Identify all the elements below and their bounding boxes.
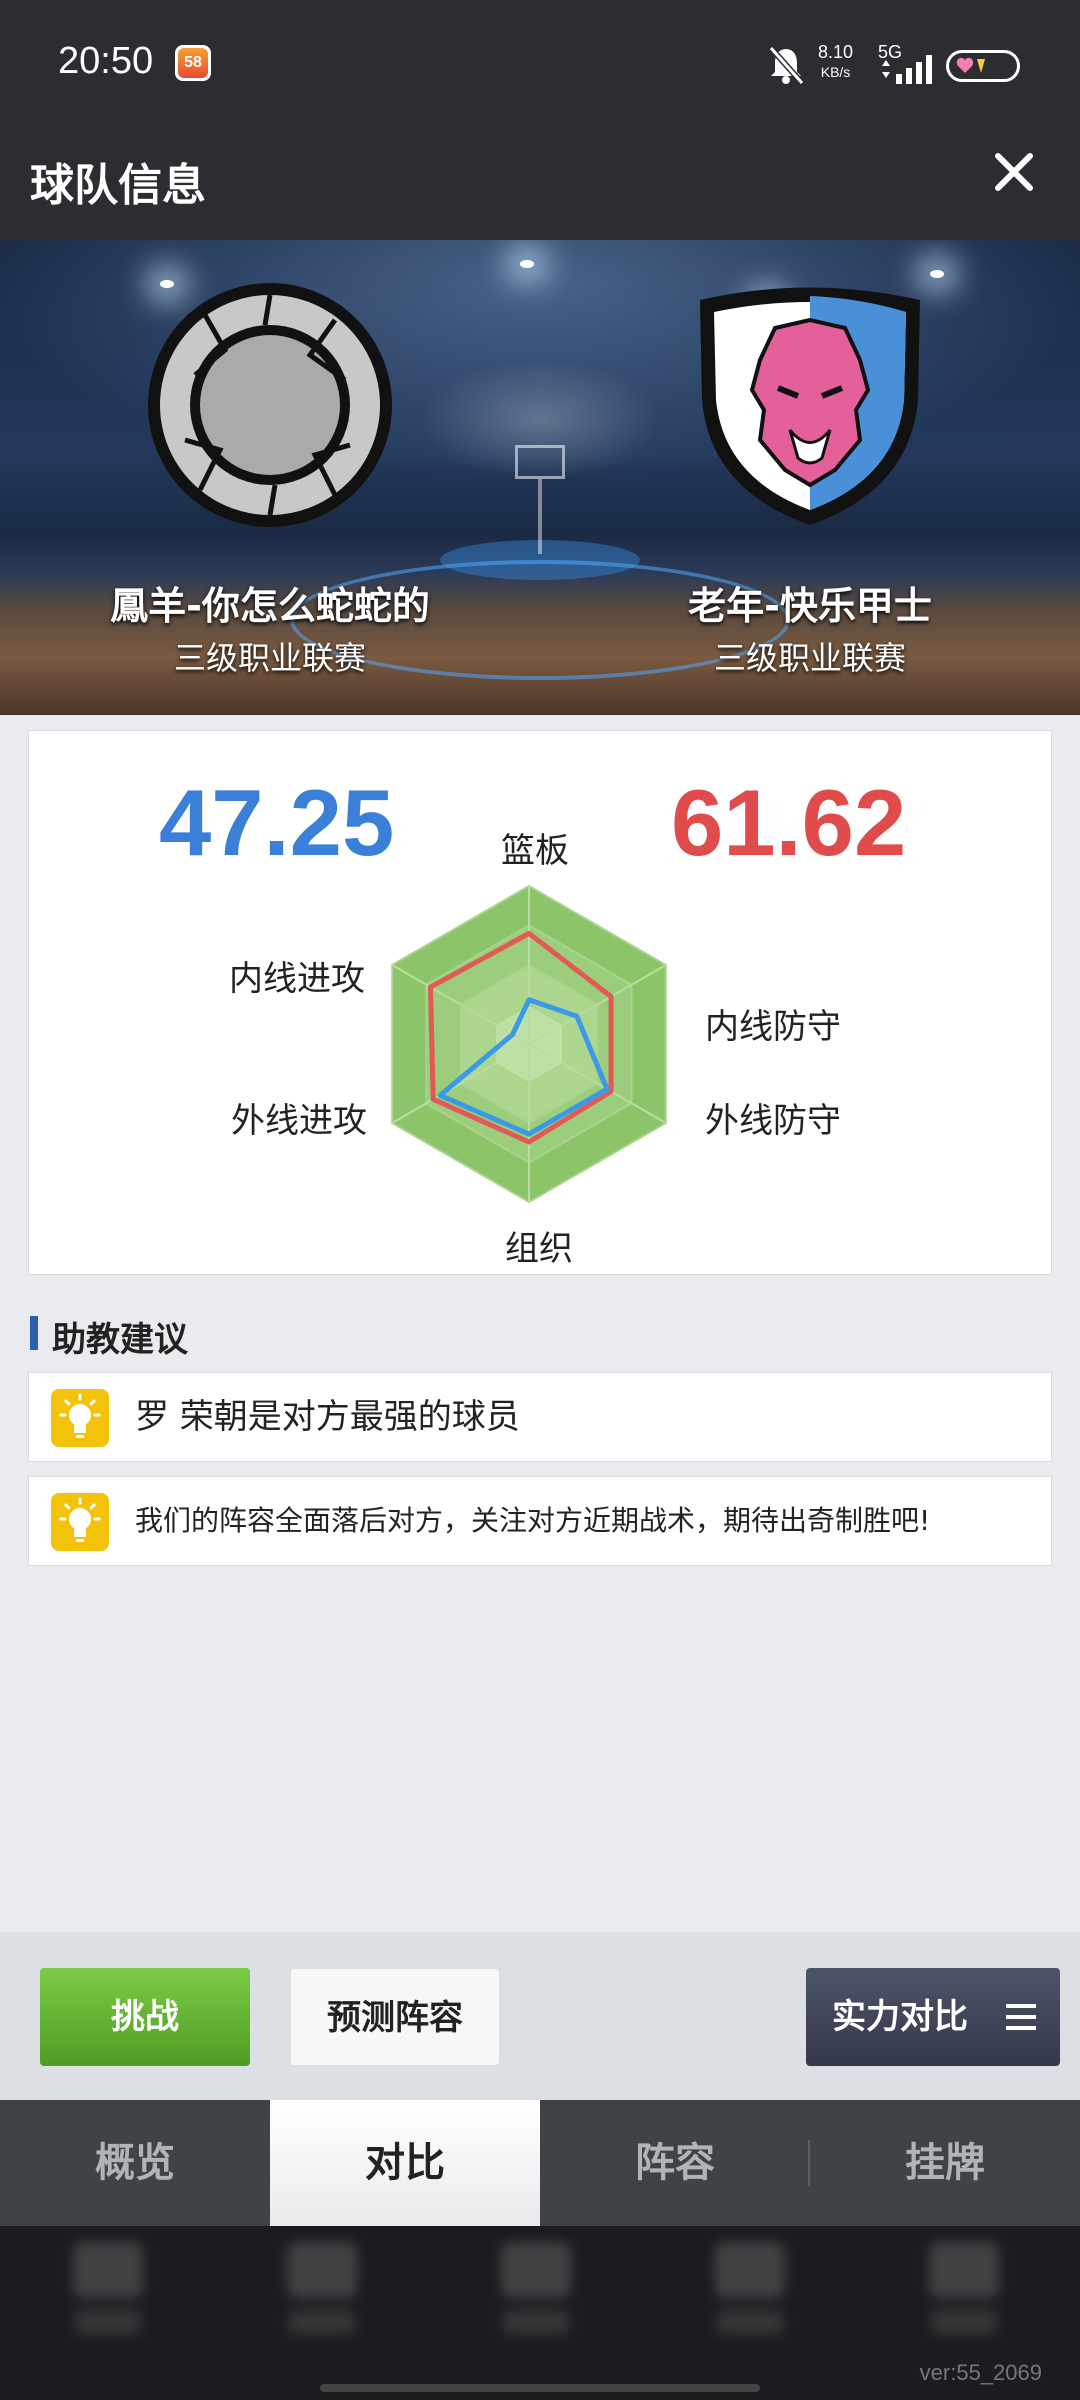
team-left-name: 鳳羊-你怎么蛇蛇的 (110, 584, 430, 628)
coach-tip: 我们的阵容全面落后对方，关注对方近期战术，期待出奇制胜吧! (28, 1476, 1052, 1566)
tab-overview[interactable]: 概览 (0, 2100, 270, 2226)
challenge-button[interactable]: 挑战 (40, 1968, 250, 2066)
coach-title: 助教建议 (52, 1320, 188, 1360)
axis-label-rebound: 篮板 (501, 831, 569, 871)
basketball-hoop (515, 445, 565, 479)
action-bar: 挑战 预测阵容 实力对比 (0, 1932, 1080, 2100)
tab-lineup[interactable]: 阵容 (540, 2100, 810, 2226)
lightbulb-icon (51, 1493, 109, 1551)
version-label: ver:55_2069 (919, 2360, 1042, 2385)
team-right-league: 三级职业联赛 (713, 639, 906, 677)
home-indicator[interactable] (320, 2384, 760, 2392)
team-banner: 鳳羊-你怎么蛇蛇的 三级职业联赛 老年-快乐甲士 三级职业联赛 (0, 240, 1080, 715)
bell-muted-icon (768, 46, 804, 85)
tab-bar: 概览 对比 阵容 挂牌 (0, 2100, 1080, 2226)
strength-compare-label: 实力对比 (832, 1997, 968, 2037)
team-left-league: 三级职业联赛 (173, 639, 366, 677)
coach-tip: 罗 荣朝是对方最强的球员 (28, 1372, 1052, 1462)
page-title: 球队信息 (30, 160, 206, 211)
axis-label-inside-defense: 内线防守 (705, 1007, 841, 1047)
status-time: 20:50 (58, 40, 154, 82)
team-right-logo[interactable] (690, 280, 930, 530)
coach-tip-text: 罗 荣朝是对方最强的球员 (135, 1397, 520, 1437)
battery-icon (946, 50, 1020, 82)
lightbulb-icon (51, 1389, 109, 1447)
net-speed-value: 8.10 (818, 42, 854, 62)
coach-tip-text: 我们的阵容全面落后对方，关注对方近期战术，期待出奇制胜吧! (135, 1504, 931, 1537)
tab-compare[interactable]: 对比 (270, 2100, 540, 2226)
background-app-nav: ver:55_2069 (0, 2226, 1080, 2400)
net-speed: 8.10 KB/s (818, 42, 853, 82)
app-badge: 58 (178, 48, 208, 78)
team-left-logo[interactable] (145, 280, 395, 530)
compare-panel: 47.25 61.62 篮板 内线进攻 内线防守 外线进攻 外线防守 组织 (28, 730, 1052, 1275)
strength-compare-button[interactable]: 实力对比 (806, 1968, 1060, 2066)
left-score: 47.25 (159, 770, 395, 875)
menu-icon (1006, 2004, 1036, 2030)
right-score: 61.62 (671, 770, 907, 875)
team-right-name: 老年-快乐甲士 (688, 584, 932, 628)
tab-listing[interactable]: 挂牌 (810, 2100, 1080, 2226)
title-bar: 球队信息 (0, 115, 1080, 240)
signal-icon (882, 55, 932, 84)
status-bar: 20:50 58 8.10 KB/s 5G (0, 0, 1080, 115)
radar-chart (391, 884, 667, 1204)
axis-label-inside-offense: 内线进攻 (229, 959, 365, 999)
net-speed-unit: KB/s (820, 64, 851, 80)
axis-label-outside-defense: 外线防守 (705, 1101, 841, 1141)
app-notification-icon: 58 (175, 45, 211, 81)
axis-label-outside-offense: 外线进攻 (231, 1101, 367, 1141)
close-icon[interactable] (990, 148, 1038, 196)
predict-lineup-button[interactable]: 预测阵容 (290, 1968, 500, 2066)
axis-label-organize: 组织 (505, 1229, 573, 1269)
